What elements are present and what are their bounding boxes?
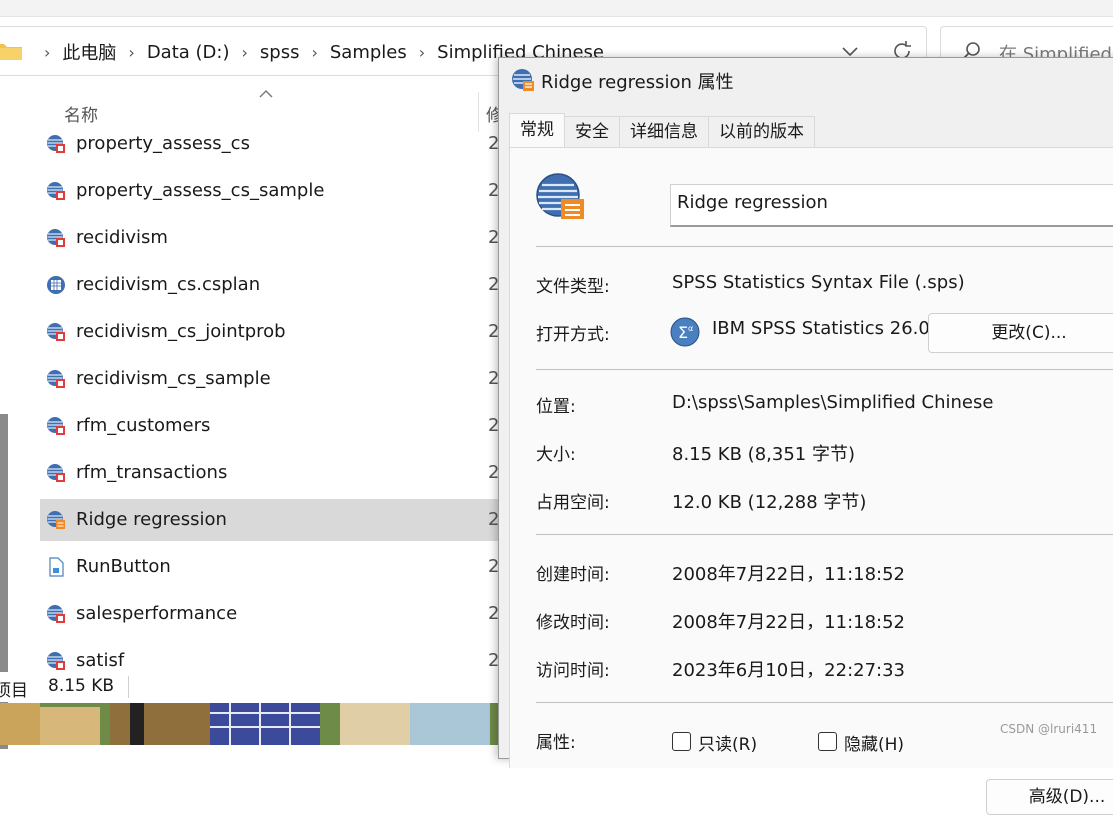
size-label: 大小:	[536, 445, 576, 465]
change-button[interactable]: 更改(C)...	[928, 313, 1113, 353]
breadcrumb-data-drive[interactable]: Data (D:)	[147, 42, 230, 63]
file-row[interactable]: property_assess_cs 2	[40, 123, 500, 165]
chevron-right-icon: ›	[418, 42, 426, 62]
file-name: recidivism_cs_jointprob	[76, 321, 286, 342]
location-label: 位置:	[536, 397, 576, 417]
location-value: D:\spss\Samples\Simplified Chinese	[672, 392, 994, 413]
disk-size-label: 占用空间:	[536, 493, 610, 513]
svg-text:Σ: Σ	[678, 323, 688, 342]
file-name: property_assess_cs	[76, 133, 250, 154]
sav-data-icon	[46, 651, 66, 671]
file-row[interactable]: RunButton 2	[40, 546, 500, 588]
file-row[interactable]: salesperformance 2	[40, 593, 500, 635]
sav-data-icon	[46, 604, 66, 624]
file-type-value: SPSS Statistics Syntax File (.sps)	[672, 272, 965, 293]
svg-text:α: α	[688, 324, 693, 333]
disk-size-value: 12.0 KB (12,288 字节)	[672, 492, 867, 513]
readonly-checkbox[interactable]	[672, 732, 691, 751]
chevron-right-icon: ›	[241, 42, 248, 62]
file-name-field[interactable]: Ridge regression	[670, 184, 1113, 227]
sort-ascending-icon	[259, 90, 273, 98]
file-name: satisf	[76, 650, 125, 671]
breadcrumb-this-pc[interactable]: 此电脑	[62, 39, 116, 65]
file-name-value: Ridge regression	[677, 192, 828, 213]
spss-statistics-icon: Σ α	[670, 317, 700, 347]
size-value: 8.15 KB (8,351 字节)	[672, 444, 855, 465]
csplan-icon	[46, 275, 66, 295]
file-row[interactable]: Ridge regression 2	[40, 499, 500, 541]
sav-data-icon	[46, 369, 66, 389]
modified-value: 2008年7月22日，11:18:52	[672, 612, 906, 633]
file-row[interactable]: rfm_transactions 2	[40, 452, 500, 494]
readonly-label: 只读(R)	[698, 735, 758, 755]
status-item-count: 项目	[0, 681, 28, 701]
syntax-file-large-icon	[536, 173, 584, 219]
created-value: 2008年7月22日，11:18:52	[672, 564, 906, 585]
breadcrumb-spss[interactable]: spss	[260, 42, 300, 63]
attributes-label: 属性:	[536, 733, 576, 753]
hidden-checkbox[interactable]	[818, 732, 837, 751]
open-with-value: IBM SPSS Statistics 26.0	[712, 318, 930, 339]
divider	[536, 702, 1113, 703]
file-row[interactable]: recidivism_cs_sample 2	[40, 358, 500, 400]
tab-previous-versions[interactable]: 以前的版本	[708, 116, 815, 147]
title-strip	[0, 0, 1113, 17]
file-row[interactable]: property_assess_cs_sample 2	[40, 170, 500, 212]
general-tab-panel: Ridge regression 文件类型: SPSS Statistics S…	[509, 147, 1113, 815]
syntax-file-icon	[46, 510, 66, 530]
hidden-label: 隐藏(H)	[844, 735, 905, 755]
tab-security[interactable]: 安全	[564, 116, 620, 147]
tab-details[interactable]: 详细信息	[619, 116, 709, 147]
status-selected-size: 8.15 KB	[48, 676, 115, 696]
file-name: RunButton	[76, 556, 171, 577]
divider	[536, 534, 1113, 535]
file-list: 名称 修 property_assess_cs 2 property_assess_…	[0, 90, 503, 749]
created-label: 创建时间:	[536, 565, 610, 585]
sav-data-icon	[46, 181, 66, 201]
status-bar: 项目 8.15 KB	[0, 672, 500, 702]
file-row[interactable]: recidivism_cs_jointprob 2	[40, 311, 500, 353]
sav-data-icon	[46, 228, 66, 248]
chevron-right-icon: ›	[44, 42, 51, 62]
file-row[interactable]: recidivism_cs.csplan 2	[40, 264, 500, 306]
dialog-title: Ridge regression 属性	[541, 72, 734, 93]
divider	[536, 369, 1113, 370]
tab-general[interactable]: 常规	[509, 113, 565, 147]
sav-data-icon	[46, 463, 66, 483]
file-name: recidivism	[76, 227, 168, 248]
desktop-wallpaper	[0, 703, 500, 745]
file-name: salesperformance	[76, 603, 238, 624]
modified-label: 修改时间:	[536, 613, 610, 633]
file-row[interactable]: rfm_customers 2	[40, 405, 500, 447]
divider	[536, 246, 1113, 247]
status-divider	[128, 676, 129, 698]
advanced-button[interactable]: 高级(D)...	[986, 779, 1113, 815]
sav-data-icon	[46, 416, 66, 436]
file-name: Ridge regression	[76, 509, 227, 530]
sav-data-icon	[46, 134, 66, 154]
open-with-label: 打开方式:	[536, 325, 610, 345]
file-name: recidivism_cs.csplan	[76, 274, 261, 295]
tab-strip: 常规 安全 详细信息 以前的版本	[509, 113, 815, 148]
properties-dialog: Ridge regression 属性 常规 安全 详细信息 以前的版本 Rid…	[498, 57, 1113, 815]
breadcrumb-samples[interactable]: Samples	[330, 42, 407, 63]
generic-file-icon	[46, 557, 66, 577]
file-name: rfm_customers	[76, 415, 211, 436]
file-type-label: 文件类型:	[536, 277, 610, 297]
sav-data-icon	[46, 322, 66, 342]
file-name: property_assess_cs_sample	[76, 180, 325, 201]
chevron-right-icon: ›	[311, 42, 318, 62]
accessed-label: 访问时间:	[536, 661, 610, 681]
watermark: CSDN @lruri411	[1000, 722, 1098, 736]
syntax-file-icon	[512, 69, 534, 91]
file-name: rfm_transactions	[76, 462, 228, 483]
chevron-right-icon: ›	[128, 42, 135, 62]
accessed-value: 2023年6月10日，22:27:33	[672, 660, 906, 681]
file-row[interactable]: recidivism 2	[40, 217, 500, 259]
file-name: recidivism_cs_sample	[76, 368, 271, 389]
folder-icon	[0, 44, 22, 60]
